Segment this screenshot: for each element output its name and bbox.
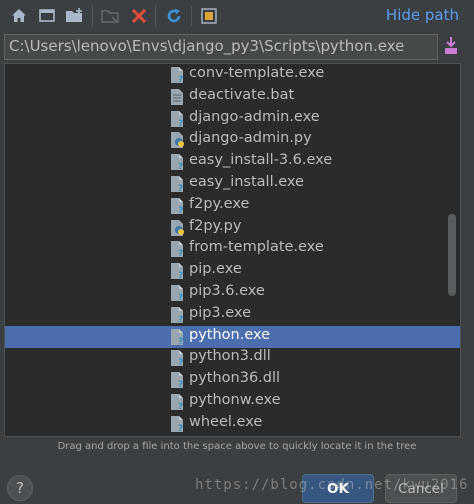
unknown-file-icon: ?	[168, 175, 186, 194]
tree-row-label: easy_install.exe	[189, 174, 304, 190]
tree-row[interactable]: django-admin.py	[5, 129, 460, 151]
tree-row-label: python3.dll	[189, 348, 271, 365]
unknown-file-icon: ?	[168, 349, 186, 368]
svg-text:?: ?	[178, 184, 183, 193]
tree-row[interactable]: ? wheel.exe	[5, 413, 460, 435]
folder-disabled-icon	[100, 5, 122, 27]
help-button[interactable]: ?	[7, 475, 33, 501]
tree-row[interactable]: ? from-template.exe	[5, 238, 460, 260]
tree-row-label: wheel.exe	[189, 413, 263, 430]
svg-text:?: ?	[178, 424, 183, 433]
unknown-file-icon: ?	[168, 284, 186, 303]
tree-row-label: python36.dll	[189, 370, 281, 387]
svg-text:?: ?	[178, 249, 183, 258]
tree-row[interactable]: f2py.py	[5, 217, 460, 239]
path-input[interactable]: C:\Users\lenovo\Envs\django_py3\Scripts\…	[4, 34, 438, 60]
desktop-icon[interactable]	[36, 5, 58, 27]
svg-text:?: ?	[178, 358, 183, 367]
tree-row-label: pip3.6.exe	[189, 283, 265, 299]
file-tree[interactable]: ? conv-template.exe deactivate.bat? django-…	[4, 63, 461, 437]
tree-row-label: python.exe	[189, 326, 271, 343]
cancel-button[interactable]: Cancel	[385, 474, 457, 503]
tree-row[interactable]: ? django-admin.exe	[5, 108, 460, 130]
svg-text:?: ?	[178, 119, 183, 128]
show-hidden-icon[interactable]	[198, 5, 220, 27]
python-file-icon	[168, 219, 186, 237]
tree-row[interactable]: ? pip3.exe	[5, 304, 460, 326]
svg-text:?: ?	[178, 206, 183, 215]
text-file-icon	[168, 88, 186, 106]
svg-text:?: ?	[178, 315, 183, 324]
svg-text:?: ?	[178, 271, 183, 280]
unknown-file-icon: ?	[168, 415, 186, 434]
tree-row[interactable]: ? conv-template.exe	[5, 64, 460, 86]
tree-row[interactable]: ? python36.dll	[5, 369, 460, 391]
tree-row[interactable]: ? pip3.6.exe	[5, 282, 460, 304]
tree-row-label: easy_install-3.6.exe	[189, 152, 333, 169]
toolbar-separator	[92, 6, 93, 26]
svg-text:?: ?	[178, 402, 183, 411]
new-folder-icon[interactable]	[64, 5, 86, 27]
tree-row-label: pip3.exe	[189, 304, 251, 321]
tree-row-label: django-admin.exe	[189, 108, 320, 125]
unknown-file-icon: ?	[168, 328, 186, 347]
bookmark-download-icon[interactable]	[440, 33, 462, 59]
tree-row[interactable]: deactivate.bat	[5, 86, 460, 108]
unknown-file-icon: ?	[168, 393, 186, 412]
unknown-file-icon: ?	[168, 240, 186, 259]
unknown-file-icon: ?	[168, 66, 186, 85]
tree-row-label: f2py.py	[189, 217, 242, 234]
svg-text:?: ?	[178, 162, 183, 171]
unknown-file-icon: ?	[168, 262, 186, 281]
tree-row-label: from-template.exe	[189, 239, 324, 256]
svg-text:?: ?	[178, 380, 183, 389]
hide-path-link[interactable]: Hide path	[386, 6, 459, 24]
scrollbar-thumb[interactable]	[448, 214, 456, 296]
unknown-file-icon: ?	[168, 197, 186, 216]
tree-row[interactable]: ? pip.exe	[5, 260, 460, 282]
tree-row[interactable]: ? pythonw.exe	[5, 391, 460, 413]
unknown-file-icon: ?	[168, 306, 186, 325]
toolbar-separator	[191, 6, 192, 26]
unknown-file-icon: ?	[168, 371, 186, 390]
refresh-icon[interactable]	[163, 5, 185, 27]
unknown-file-icon: ?	[168, 110, 186, 129]
tree-row[interactable]: ? python.exe	[5, 325, 460, 348]
delete-icon[interactable]	[128, 5, 150, 27]
tree-row-label: django-admin.py	[189, 130, 312, 147]
svg-text:?: ?	[178, 75, 183, 84]
svg-text:?: ?	[178, 337, 183, 346]
tree-row[interactable]: ? python3.dll	[5, 347, 460, 369]
tree-row-label: deactivate.bat	[189, 86, 295, 103]
unknown-file-icon: ?	[168, 153, 186, 172]
python-file-icon	[168, 131, 186, 149]
toolbar: Hide path	[0, 0, 474, 33]
home-icon[interactable]	[8, 5, 30, 27]
tree-row-label: f2py.exe	[189, 195, 250, 212]
svg-text:?: ?	[178, 293, 183, 302]
tree-row[interactable]: ? easy_install-3.6.exe	[5, 151, 460, 173]
tree-row-label: conv-template.exe	[189, 65, 325, 81]
tree-row-label: pythonw.exe	[189, 392, 281, 408]
tree-row[interactable]: ? easy_install.exe	[5, 173, 460, 195]
toolbar-separator	[155, 6, 156, 26]
tree-row[interactable]: ? f2py.exe	[5, 195, 460, 217]
drag-drop-hint: Drag and drop a file into the space abov…	[57, 441, 417, 452]
vertical-scrollbar[interactable]	[446, 64, 458, 436]
tree-row-label: pip.exe	[189, 261, 242, 278]
ok-button[interactable]: OK	[302, 474, 374, 503]
